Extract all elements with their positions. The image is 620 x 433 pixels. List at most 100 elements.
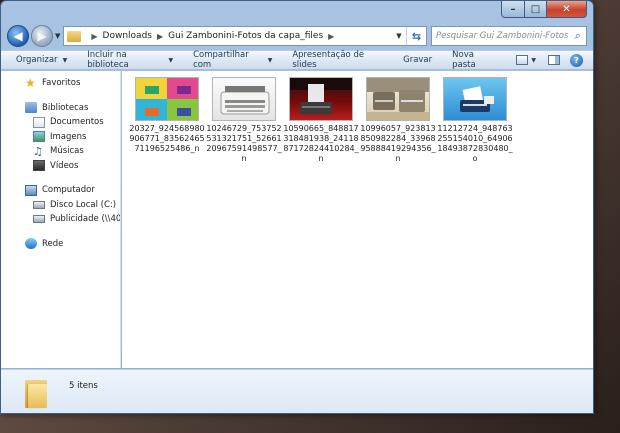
burn-label: Gravar	[403, 55, 433, 65]
file-list: 20327_924568980906771_835624657119652548…	[122, 71, 593, 368]
computer-icon	[25, 184, 37, 196]
folder-icon	[25, 378, 47, 408]
file-thumbnail	[135, 77, 199, 121]
file-thumbnail	[366, 77, 430, 121]
dropdown-arrow-icon: ▼	[168, 56, 174, 64]
navigation-bar: ◀ ▶ ▼ ▶ Downloads ▶ Gui Zambonini-Fotos …	[7, 23, 587, 49]
burn-button[interactable]: Gravar	[403, 55, 432, 65]
nav-label: Publicidade (\\400fil	[50, 214, 121, 225]
typewriter-icon	[145, 86, 191, 116]
network-drive-icon	[33, 215, 45, 224]
music-icon: ♫	[33, 144, 43, 158]
videos-icon	[33, 160, 45, 172]
chevron-right-icon[interactable]: ▶	[157, 32, 163, 41]
nav-item-documents[interactable]: Documentos	[33, 115, 120, 130]
help-icon[interactable]: ?	[570, 53, 583, 67]
typewriter-icon	[460, 86, 494, 112]
navigation-pane: ★ Favoritos Bibliotecas Documentos Image…	[1, 71, 121, 368]
view-dropdown[interactable]: ▼	[531, 57, 536, 64]
nav-label: Documentos	[50, 117, 104, 128]
nav-label: Músicas	[50, 146, 84, 157]
nav-item-videos[interactable]: Vídeos	[33, 159, 120, 174]
include-in-library-menu[interactable]: Incluir na biblioteca ▼	[87, 50, 173, 70]
arrow-left-icon: ◀	[13, 29, 23, 43]
search-box[interactable]: ⌕	[431, 26, 587, 46]
file-item[interactable]: 20327_924568980906771_835624657119652548…	[129, 77, 205, 154]
file-item[interactable]: 11212724_948763255154010_649061849387283…	[437, 77, 513, 164]
hard-drive-icon	[33, 200, 45, 209]
refresh-icon: ⇆	[411, 29, 422, 43]
nav-label: Bibliotecas	[42, 102, 89, 113]
maximize-button[interactable]: □	[525, 1, 547, 18]
nav-item-network[interactable]: Rede	[25, 237, 120, 252]
command-bar: Organizar ▼ Incluir na biblioteca ▼ Compar…	[1, 50, 593, 70]
include-in-library-label: Incluir na biblioteca	[87, 50, 129, 70]
file-item[interactable]: 10246729_753752531321751_526612096759149…	[206, 77, 282, 164]
nav-item-music[interactable]: ♫ Músicas	[33, 144, 120, 159]
new-folder-label: Nova pasta	[452, 50, 476, 70]
file-name: 10590665_848817318481938_241188717282441…	[283, 124, 359, 163]
nav-item-network-drive[interactable]: Publicidade (\\400fil	[33, 212, 120, 227]
chevron-right-icon[interactable]: ▶	[328, 32, 334, 41]
preview-pane-icon[interactable]	[548, 55, 560, 65]
arrow-right-icon: ▶	[37, 29, 47, 43]
change-view-icon[interactable]	[516, 55, 529, 65]
folder-icon	[67, 30, 82, 42]
file-thumbnail	[212, 77, 276, 121]
breadcrumb-downloads[interactable]: Downloads	[103, 31, 152, 41]
slideshow-button[interactable]: Apresentação de slides	[292, 50, 383, 70]
search-icon[interactable]: ⌕	[568, 29, 586, 43]
nav-item-libraries[interactable]: Bibliotecas	[25, 101, 120, 116]
nav-label: Rede	[42, 238, 64, 249]
typewriter-icon	[220, 86, 270, 115]
nav-label: Vídeos	[50, 160, 79, 171]
organize-menu[interactable]: Organizar ▼	[16, 55, 67, 65]
breadcrumb-current-folder[interactable]: Gui Zambonini-Fotos da capa_files	[168, 31, 323, 41]
star-icon: ★	[25, 75, 36, 90]
share-with-menu[interactable]: Compartilhar com ▼	[193, 50, 272, 70]
item-count: 5 itens	[69, 380, 98, 391]
file-thumbnail	[289, 77, 353, 121]
caption-buttons: – □ ✕	[501, 1, 587, 18]
file-item[interactable]: 10590665_848817318481938_241188717282441…	[283, 77, 359, 164]
organize-label: Organizar	[16, 55, 58, 65]
typewriter-icon	[367, 78, 429, 120]
refresh-button[interactable]: ⇆	[406, 27, 426, 45]
nav-label: Favoritos	[42, 78, 81, 89]
network-icon	[25, 238, 37, 250]
dropdown-arrow-icon: ▼	[267, 56, 273, 64]
nav-label: Computador	[42, 185, 95, 196]
search-input[interactable]	[436, 31, 568, 41]
file-name: 11212724_948763255154010_649061849387283…	[437, 124, 513, 163]
nav-item-computer[interactable]: Computador	[25, 183, 120, 198]
breadcrumb: ▶ Downloads ▶ Gui Zambonini-Fotos da cap…	[86, 31, 339, 41]
file-name: 10996057_923813850982284_339689588841929…	[360, 124, 436, 163]
nav-label: Imagens	[50, 131, 87, 142]
minimize-button[interactable]: –	[501, 1, 525, 18]
documents-icon	[33, 116, 45, 128]
typewriter-icon	[290, 78, 352, 114]
pictures-icon	[33, 131, 45, 143]
dropdown-arrow-icon: ▼	[62, 56, 68, 64]
back-button[interactable]: ◀	[7, 25, 29, 47]
nav-label: Disco Local (C:)	[50, 199, 117, 210]
nav-item-favorites[interactable]: ★ Favoritos	[25, 76, 120, 91]
nav-item-local-disk[interactable]: Disco Local (C:)	[33, 198, 120, 213]
chevron-right-icon[interactable]: ▶	[91, 32, 97, 41]
file-thumbnail	[443, 77, 507, 121]
close-button[interactable]: ✕	[547, 1, 587, 18]
share-with-label: Compartilhar com	[193, 50, 249, 70]
slideshow-label: Apresentação de slides	[292, 50, 365, 70]
address-dropdown[interactable]: ▼	[392, 27, 406, 45]
details-pane: 5 itens	[1, 369, 593, 413]
library-icon	[25, 102, 37, 114]
file-item[interactable]: 10996057_923813850982284_339689588841929…	[360, 77, 436, 164]
forward-button[interactable]: ▶	[31, 25, 53, 47]
recent-pages-dropdown[interactable]: ▼	[55, 32, 60, 40]
file-name: 10246729_753752531321751_526612096759149…	[206, 124, 282, 163]
explorer-window: – □ ✕ ◀ ▶ ▼ ▶ Downloads ▶ Gui Zambonini-…	[0, 0, 594, 414]
nav-item-images[interactable]: Imagens	[33, 130, 120, 145]
file-name: 20327_924568980906771_835624657119652548…	[129, 124, 205, 153]
address-bar[interactable]: ▶ Downloads ▶ Gui Zambonini-Fotos da cap…	[63, 26, 427, 46]
new-folder-button[interactable]: Nova pasta	[452, 50, 496, 70]
